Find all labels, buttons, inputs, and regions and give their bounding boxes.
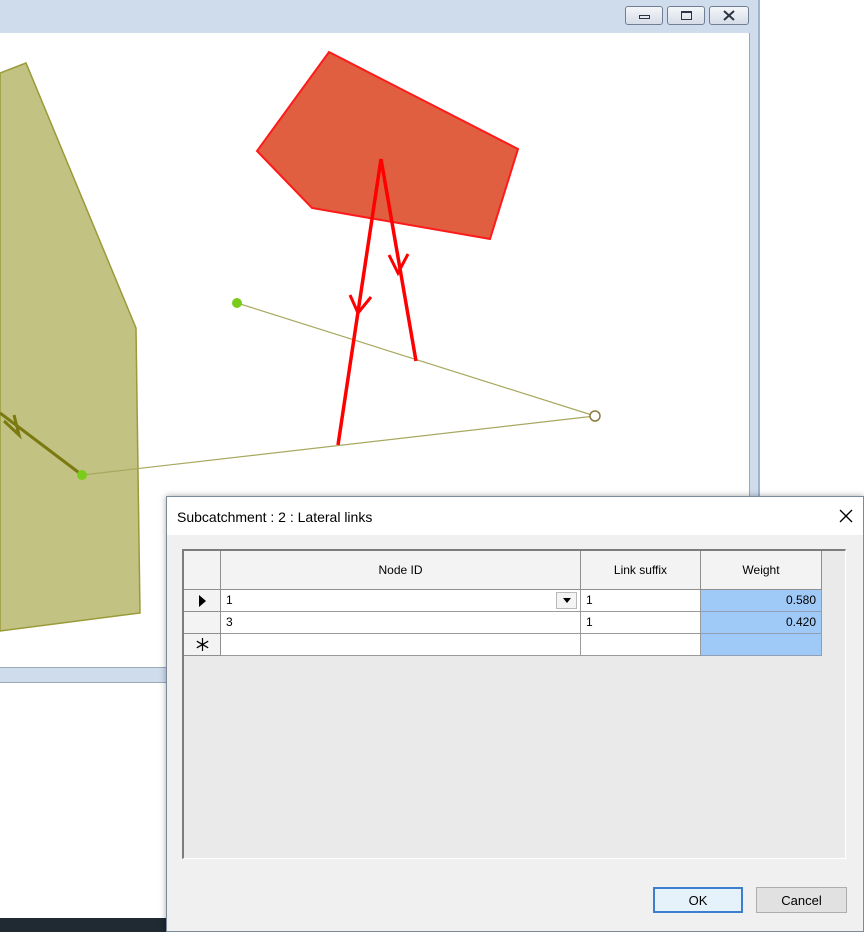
row-header[interactable] bbox=[184, 612, 221, 634]
link-suffix-cell[interactable]: 1 bbox=[581, 612, 701, 634]
node-id-value: 3 bbox=[226, 615, 233, 629]
ok-button[interactable]: OK bbox=[653, 887, 743, 913]
row-pointer-icon bbox=[199, 594, 206, 607]
maximize-icon bbox=[681, 11, 692, 20]
link-suffix-cell[interactable]: 1 bbox=[581, 590, 701, 612]
dialog-title: Subcatchment : 2 : Lateral links bbox=[177, 509, 373, 525]
node-id-cell[interactable]: 3 bbox=[221, 612, 581, 634]
weight-value: 0.580 bbox=[785, 593, 816, 607]
new-row-asterisk-icon bbox=[195, 638, 209, 651]
lateral-links-dialog: Subcatchment : 2 : Lateral links Node ID… bbox=[166, 496, 864, 932]
maximize-button[interactable] bbox=[667, 6, 705, 25]
node-id-value: 1 bbox=[226, 593, 233, 607]
column-header-label: Weight bbox=[742, 563, 780, 577]
column-header-label: Node ID bbox=[378, 563, 423, 577]
weight-cell-new[interactable] bbox=[701, 634, 822, 656]
node-id-cell[interactable]: 1 bbox=[221, 590, 581, 612]
dialog-title-bar: Subcatchment : 2 : Lateral links bbox=[167, 497, 863, 535]
subcatchment-polygon-other[interactable] bbox=[0, 62, 141, 632]
close-icon bbox=[723, 10, 735, 21]
close-icon bbox=[839, 509, 853, 523]
weight-cell[interactable]: 0.580 bbox=[701, 590, 822, 612]
column-header-node-id[interactable]: Node ID bbox=[221, 551, 581, 590]
weight-value: 0.420 bbox=[785, 615, 816, 629]
cancel-button[interactable]: Cancel bbox=[756, 887, 847, 913]
link-suffix-value: 1 bbox=[586, 615, 593, 629]
minimize-button[interactable] bbox=[625, 6, 663, 25]
column-header-link-suffix[interactable]: Link suffix bbox=[581, 551, 701, 590]
column-header-label: Link suffix bbox=[613, 563, 668, 577]
link-suffix-value: 1 bbox=[586, 593, 593, 607]
node-id-dropdown-button[interactable] bbox=[556, 592, 577, 609]
outfall-marker[interactable] bbox=[589, 410, 601, 422]
minimize-icon bbox=[639, 15, 650, 19]
lateral-links-grid[interactable]: Node ID Link suffix Weight 1 1 0.580 3 1… bbox=[182, 549, 846, 859]
node-id-cell-new[interactable] bbox=[221, 634, 581, 656]
column-header-weight[interactable]: Weight bbox=[701, 551, 822, 590]
row-header-new[interactable] bbox=[184, 634, 221, 656]
weight-cell[interactable]: 0.420 bbox=[701, 612, 822, 634]
node-marker[interactable] bbox=[232, 298, 242, 308]
grid-corner-header bbox=[184, 551, 221, 590]
link-suffix-cell-new[interactable] bbox=[581, 634, 701, 656]
map-close-button[interactable] bbox=[709, 6, 749, 25]
row-header-current[interactable] bbox=[184, 590, 221, 612]
dialog-close-button[interactable] bbox=[831, 503, 861, 529]
subcatchment-polygon-selected[interactable] bbox=[255, 50, 520, 241]
map-window-title-bar bbox=[0, 0, 760, 33]
chevron-down-icon bbox=[562, 598, 571, 603]
conduit-link-lower[interactable] bbox=[81, 415, 596, 476]
node-marker[interactable] bbox=[77, 470, 87, 480]
